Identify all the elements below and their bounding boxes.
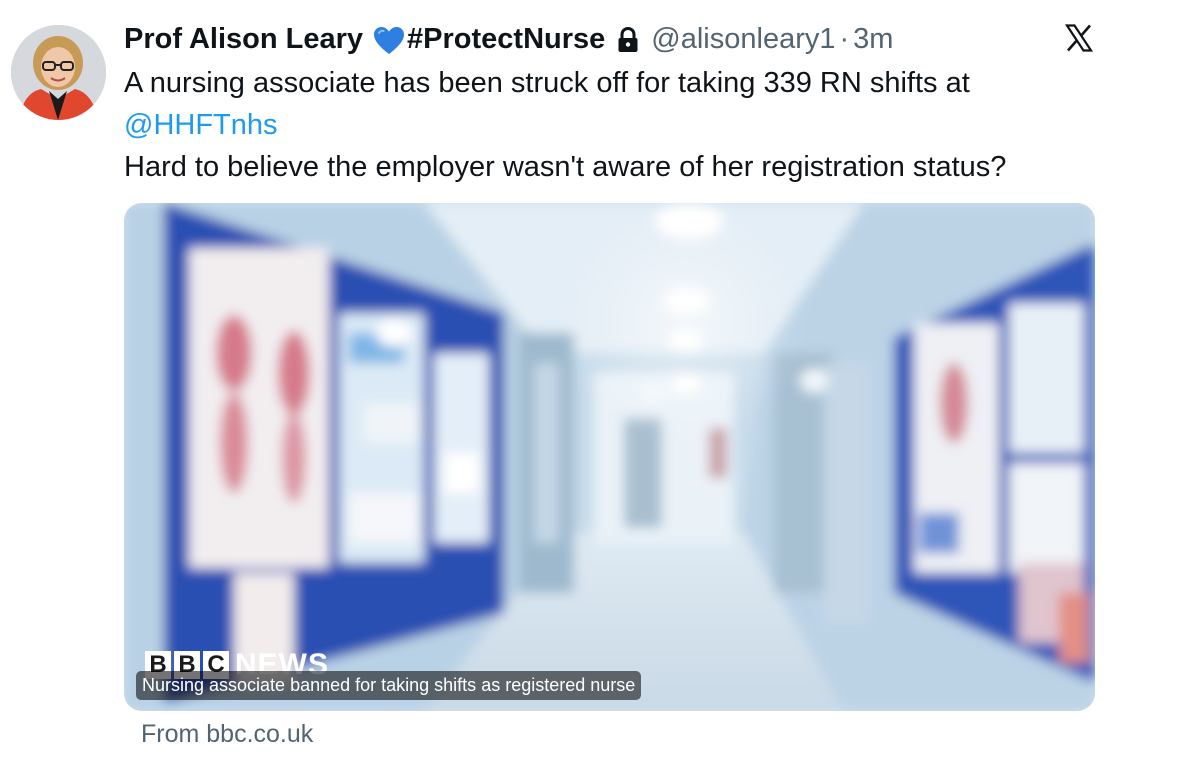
- handle[interactable]: @alisonleary1: [651, 23, 835, 56]
- separator-dot: ·: [839, 22, 850, 55]
- timestamp[interactable]: 3m: [853, 23, 893, 56]
- link-card-image[interactable]: [124, 203, 1095, 711]
- tweet-text: A nursing associate has been struck off …: [124, 62, 1104, 188]
- lock-icon: [617, 26, 639, 53]
- card-headline[interactable]: Nursing associate banned for taking shif…: [136, 671, 642, 700]
- tweet-header: Prof Alison Leary #ProtectNurse @alisonl…: [124, 18, 893, 60]
- tweet[interactable]: Prof Alison Leary #ProtectNurse @alisonl…: [0, 0, 1178, 760]
- avatar[interactable]: [11, 25, 106, 120]
- x-logo-icon[interactable]: [1064, 24, 1094, 52]
- tweet-text-line: Hard to believe the employer wasn't awar…: [124, 151, 1007, 183]
- display-name[interactable]: Prof Alison Leary: [124, 23, 363, 56]
- blue-heart-icon: [373, 26, 405, 56]
- tweet-text-line: A nursing associate has been struck off …: [124, 67, 970, 99]
- card-source[interactable]: From bbc.co.uk: [141, 718, 313, 750]
- display-name-hashtag[interactable]: #ProtectNurse: [407, 23, 605, 56]
- mention-link[interactable]: @HHFTnhs: [124, 104, 1104, 146]
